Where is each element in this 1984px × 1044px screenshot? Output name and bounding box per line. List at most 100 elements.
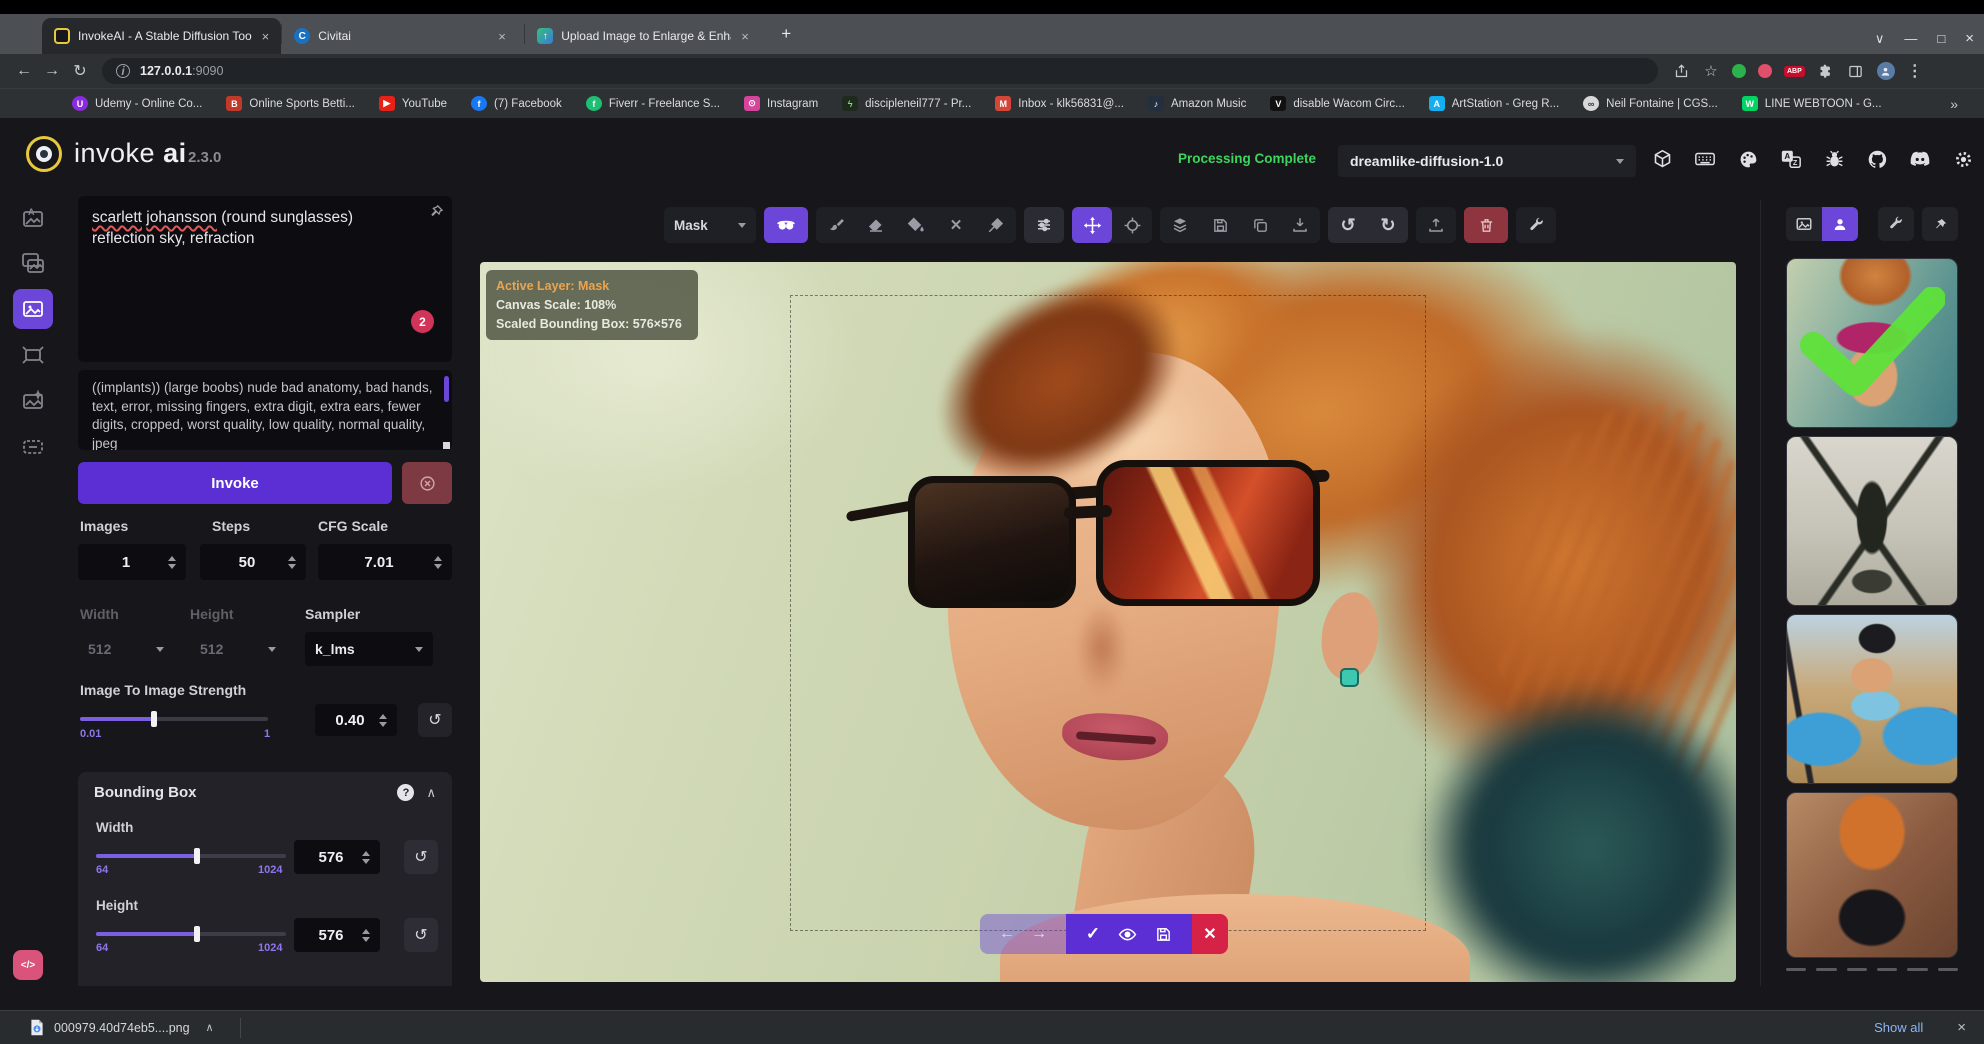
bbox-height-slider[interactable] bbox=[96, 932, 286, 936]
bookmark-item[interactable]: ∞Neil Fontaine | CGS... bbox=[1583, 96, 1718, 111]
browser-tab-invokeai[interactable]: InvokeAI - A Stable Diffusion Too × bbox=[42, 18, 281, 54]
bbox-height-stepper[interactable]: 576 bbox=[294, 918, 380, 952]
reload-icon[interactable]: ↻ bbox=[66, 61, 94, 81]
bookmark-item[interactable]: f(7) Facebook bbox=[471, 96, 562, 111]
bookmark-item[interactable]: ⊙Instagram bbox=[744, 96, 818, 111]
profile-avatar[interactable] bbox=[1877, 62, 1895, 80]
increment-icon[interactable] bbox=[168, 556, 176, 561]
help-icon[interactable]: ? bbox=[397, 784, 414, 801]
console-toggle-button[interactable]: </> bbox=[13, 950, 43, 980]
share-icon[interactable] bbox=[1672, 62, 1690, 80]
browser-tab-civitai[interactable]: C Civitai × bbox=[282, 18, 524, 54]
bookmark-item[interactable]: Vdisable Wacom Circ... bbox=[1270, 96, 1404, 111]
side-panel-icon[interactable] bbox=[1847, 62, 1865, 80]
bookmark-item[interactable]: UUdemy - Online Co... bbox=[72, 96, 202, 111]
images-stepper[interactable]: 1 bbox=[78, 544, 186, 580]
download-item[interactable]: 000979.40d74eb5....png ∧ bbox=[0, 1019, 214, 1036]
decrement-icon[interactable] bbox=[434, 564, 442, 569]
collapse-chevron-icon[interactable]: ∧ bbox=[426, 785, 436, 801]
strength-stepper[interactable]: 0.40 bbox=[315, 704, 397, 736]
reset-view-button[interactable] bbox=[1112, 207, 1152, 243]
back-icon[interactable]: ← bbox=[10, 62, 38, 80]
tab-close-icon[interactable]: × bbox=[260, 29, 272, 44]
bookmark-item[interactable]: ▶YouTube bbox=[379, 96, 447, 111]
extension-grammarly-icon[interactable] bbox=[1732, 64, 1746, 78]
tab-nodes[interactable] bbox=[13, 335, 53, 375]
bbox-height-reset-button[interactable]: ↺ bbox=[404, 918, 438, 952]
browser-tab-upload[interactable]: ↑ Upload Image to Enlarge & Enha × bbox=[525, 18, 767, 54]
eraser-tool-button[interactable] bbox=[856, 207, 896, 243]
bbox-width-slider[interactable] bbox=[96, 854, 286, 858]
gallery-pin-icon[interactable] bbox=[1922, 207, 1958, 241]
gallery-thumbnail[interactable] bbox=[1786, 792, 1958, 958]
show-all-downloads-link[interactable]: Show all bbox=[1874, 1020, 1923, 1035]
browser-menu-icon[interactable]: ⋮ bbox=[1907, 61, 1924, 81]
site-info-icon[interactable]: i bbox=[116, 64, 130, 78]
merge-visible-button[interactable] bbox=[1160, 207, 1200, 243]
accept-check-icon[interactable]: ✓ bbox=[1086, 924, 1100, 944]
save-staging-icon[interactable] bbox=[1155, 926, 1172, 943]
undo-button[interactable]: ↺ bbox=[1328, 207, 1368, 243]
upload-button[interactable] bbox=[1416, 207, 1456, 243]
tab-close-icon[interactable]: × bbox=[739, 29, 751, 44]
increment-icon[interactable] bbox=[434, 556, 442, 561]
close-downloads-bar-icon[interactable]: × bbox=[1957, 1019, 1966, 1036]
tab-search-icon[interactable]: ∨ bbox=[1875, 31, 1885, 47]
bbox-width-reset-button[interactable]: ↺ bbox=[404, 840, 438, 874]
extensions-puzzle-icon[interactable] bbox=[1817, 62, 1835, 80]
bookmark-item[interactable]: MInbox - klk56831@... bbox=[995, 96, 1124, 111]
pin-icon[interactable] bbox=[429, 204, 444, 219]
github-icon[interactable] bbox=[1865, 147, 1889, 171]
bookmark-item[interactable]: BOnline Sports Betti... bbox=[226, 96, 354, 111]
negative-prompt-input[interactable]: ((implants)) (large boobs) nude bad anat… bbox=[78, 370, 452, 450]
bookmarks-overflow-icon[interactable]: » bbox=[1950, 96, 1958, 112]
mask-toggle-button[interactable] bbox=[764, 207, 808, 243]
decrement-icon[interactable] bbox=[288, 564, 296, 569]
increment-icon[interactable] bbox=[379, 714, 387, 719]
next-image-icon[interactable]: → bbox=[1031, 925, 1047, 943]
redo-button[interactable]: ↻ bbox=[1368, 207, 1408, 243]
sampler-select[interactable]: k_lms bbox=[305, 632, 433, 666]
copy-to-clipboard-button[interactable] bbox=[1240, 207, 1280, 243]
width-select[interactable]: 512 bbox=[78, 632, 174, 666]
settings-gear-icon[interactable] bbox=[1951, 147, 1975, 171]
report-bug-icon[interactable] bbox=[1822, 147, 1846, 171]
bookmark-item[interactable]: fFiverr - Freelance S... bbox=[586, 96, 720, 111]
slider-knob[interactable] bbox=[151, 711, 157, 727]
prompt-input[interactable]: scarlett johansson (round sunglasses) re… bbox=[78, 196, 452, 362]
download-expand-chevron-icon[interactable]: ∧ bbox=[206, 1021, 214, 1034]
tab-close-icon[interactable]: × bbox=[496, 29, 508, 44]
bookmark-item[interactable]: ϟdiscipleneil777 - Pr... bbox=[842, 96, 971, 111]
height-select[interactable]: 512 bbox=[190, 632, 286, 666]
increment-icon[interactable] bbox=[362, 851, 370, 856]
layer-select[interactable]: Mask bbox=[664, 207, 756, 243]
tab-post-processing[interactable] bbox=[13, 381, 53, 421]
strength-reset-button[interactable]: ↺ bbox=[418, 703, 452, 737]
gallery-images-tab[interactable] bbox=[1786, 207, 1822, 241]
model-manager-icon[interactable] bbox=[1650, 147, 1674, 171]
bookmark-item[interactable]: ♪Amazon Music bbox=[1148, 96, 1246, 111]
fill-bounding-box-button[interactable] bbox=[896, 207, 936, 243]
increment-icon[interactable] bbox=[288, 556, 296, 561]
tab-image-to-image[interactable] bbox=[13, 243, 53, 283]
gallery-people-tab[interactable] bbox=[1822, 207, 1858, 241]
discard-staging-button[interactable]: ✕ bbox=[1192, 914, 1228, 954]
minimize-button[interactable]: — bbox=[1904, 31, 1917, 46]
cfg-scale-stepper[interactable]: 7.01 bbox=[318, 544, 452, 580]
strength-slider[interactable] bbox=[80, 717, 268, 721]
decrement-icon[interactable] bbox=[379, 722, 387, 727]
show-hide-eye-icon[interactable] bbox=[1118, 925, 1137, 944]
gallery-thumbnail[interactable] bbox=[1786, 436, 1958, 606]
language-icon[interactable]: AZ bbox=[1779, 147, 1803, 171]
decrement-icon[interactable] bbox=[362, 859, 370, 864]
canvas-settings-button[interactable] bbox=[1516, 207, 1556, 243]
increment-icon[interactable] bbox=[362, 929, 370, 934]
maximize-button[interactable]: □ bbox=[1937, 31, 1945, 46]
hotkeys-keyboard-icon[interactable] bbox=[1693, 147, 1717, 171]
brush-options-button[interactable] bbox=[1024, 207, 1064, 243]
decrement-icon[interactable] bbox=[168, 564, 176, 569]
clear-canvas-button[interactable] bbox=[1464, 207, 1508, 243]
move-tool-button[interactable] bbox=[1072, 207, 1112, 243]
previous-image-icon[interactable]: ← bbox=[999, 925, 1015, 943]
slider-knob[interactable] bbox=[194, 848, 200, 864]
